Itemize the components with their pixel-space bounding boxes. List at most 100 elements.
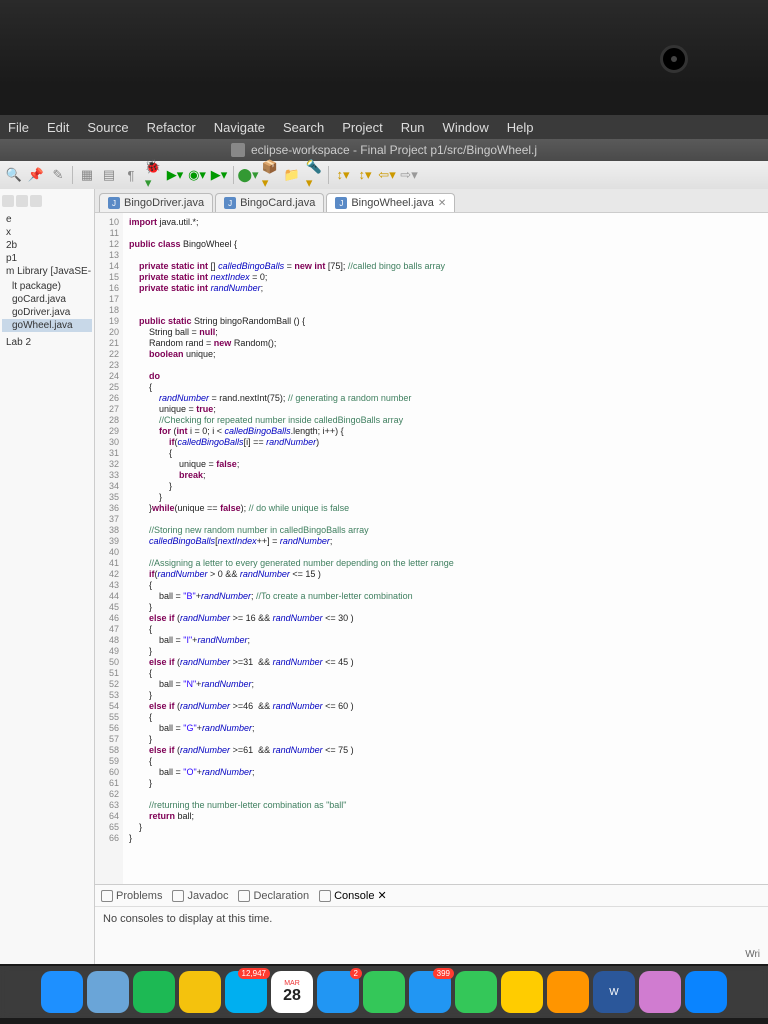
bottom-tabs[interactable]: Problems Javadoc Declaration Console ✕ [95,885,768,907]
java-file-icon: J [335,197,347,209]
webcam-icon [660,45,688,73]
tree-item[interactable]: 2b [2,239,92,252]
grid-icon[interactable]: ▦ [79,167,95,183]
menu-file[interactable]: File [8,120,29,135]
badge: 399 [433,968,454,979]
line-gutter: 1011121314151617181920212223242526272829… [95,213,123,884]
java-file-icon: J [224,197,236,209]
menu-search[interactable]: Search [283,120,324,135]
console-icon [319,890,331,902]
workspace: ex2bp1m Library [JavaSE-lt package)goCar… [0,189,768,964]
nav-prev-icon[interactable]: ↕▾ [335,167,351,183]
pilcrow-icon[interactable]: ¶ [123,167,139,183]
tree-item[interactable]: goWheel.java [2,319,92,332]
separator [233,166,234,184]
window-titlebar: eclipse-workspace - Final Project p1/src… [0,139,768,161]
editor-tab[interactable]: J BingoCard.java [215,193,324,212]
dock-word-icon[interactable]: W [593,971,635,1013]
edit-icon[interactable]: ✎ [50,167,66,183]
bottom-tab-problems[interactable]: Problems [101,890,162,902]
collapse-icon[interactable] [2,195,14,207]
menu-source[interactable]: Source [87,120,128,135]
search-tool-icon[interactable]: 🔦▾ [306,167,322,183]
editor-tab[interactable]: J BingoDriver.java [99,193,213,212]
menu-refactor[interactable]: Refactor [147,120,196,135]
dock-messages-icon[interactable] [363,971,405,1013]
menu-window[interactable]: Window [443,120,489,135]
code-editor[interactable]: 1011121314151617181920212223242526272829… [95,213,768,884]
editor-tab[interactable]: J BingoWheel.java ✕ [326,193,455,212]
close-icon[interactable]: ✕ [438,198,446,209]
tree-item[interactable]: p1 [2,252,92,265]
nav-next-icon[interactable]: ↕▾ [357,167,373,183]
dock-chrome-icon[interactable] [179,971,221,1013]
badge: 12,947 [238,968,270,979]
menu-navigate[interactable]: Navigate [214,120,265,135]
menu-help[interactable]: Help [507,120,534,135]
problems-icon [101,890,113,902]
bottom-tab-declaration[interactable]: Declaration [238,890,309,902]
dock-finder-icon[interactable] [41,971,83,1013]
tab-label: BingoWheel.java [351,197,434,209]
tree-item[interactable]: e [2,213,92,226]
dock-itunes-icon[interactable] [639,971,681,1013]
dock-app1-icon[interactable] [501,971,543,1013]
link-icon[interactable] [16,195,28,207]
status-bar-right: Wri [745,949,760,960]
console-body: No consoles to display at this time. [95,907,768,931]
dock-calendar-icon[interactable]: MAR28 [271,971,313,1013]
tree-item[interactable]: x [2,226,92,239]
tab-label: BingoDriver.java [124,197,204,209]
tree-item[interactable]: goCard.java [2,293,92,306]
menu-icon[interactable] [30,195,42,207]
run-icon[interactable]: ▶▾ [167,167,183,183]
separator [72,166,73,184]
back-icon[interactable]: ⇦▾ [379,167,395,183]
dock-mail-icon[interactable]: 2 [317,971,359,1013]
tree-item[interactable]: lt package) [2,280,92,293]
java-file-icon: J [108,197,120,209]
search-icon[interactable]: 🔍 [6,167,22,183]
dock-safari-icon[interactable]: 399 [409,971,451,1013]
tab-label: BingoCard.java [240,197,315,209]
editor-area: J BingoDriver.java J BingoCard.java J BingoWh… [95,189,768,964]
bottom-panel: Problems Javadoc Declaration Console ✕ No c… [95,884,768,964]
open-type-icon[interactable]: 📁 [284,167,300,183]
coverage-icon[interactable]: ◉▾ [189,167,205,183]
doc-icon[interactable]: ▤ [101,167,117,183]
code-content[interactable]: import java.util.*;public class BingoWhe… [123,213,768,884]
window-title: eclipse-workspace - Final Project p1/src… [251,143,537,157]
explorer-header-icons[interactable] [2,193,92,209]
eclipse-toolbar[interactable]: 🔍 📌 ✎ ▦ ▤ ¶ 🐞▾ ▶▾ ◉▾ ▶▾ ⬤▾ 📦▾ 📁 🔦▾ ↕▾ ↕▾… [0,161,768,189]
menu-run[interactable]: Run [401,120,425,135]
editor-tabs[interactable]: J BingoDriver.java J BingoCard.java J BingoWh… [95,189,768,213]
dock-safari-left-icon[interactable] [87,971,129,1013]
tree-item[interactable]: goDriver.java [2,306,92,319]
declaration-icon [238,890,250,902]
tree-item[interactable]: m Library [JavaSE- [2,265,92,278]
badge: 2 [350,968,362,979]
dock-skype-icon[interactable]: 12,947 [225,971,267,1013]
dock-facetime-icon[interactable] [455,971,497,1013]
bottom-tab-javadoc[interactable]: Javadoc [172,890,228,902]
dock-appstore-icon[interactable] [685,971,727,1013]
bottom-tab-console[interactable]: Console ✕ [319,889,387,902]
eclipse-icon [231,143,245,157]
macos-dock[interactable]: 12,947MAR28 2 399 W [0,966,768,1018]
menu-project[interactable]: Project [342,120,382,135]
run-last-icon[interactable]: ▶▾ [211,167,227,183]
laptop-bezel [0,0,768,85]
macos-menubar: File Edit Source Refactor Navigate Search Proj… [0,115,768,139]
dock-firefox-icon[interactable] [547,971,589,1013]
debug-icon[interactable]: 🐞▾ [145,167,161,183]
close-icon[interactable]: ✕ [377,889,386,902]
dock-spotify-icon[interactable] [133,971,175,1013]
new-class-icon[interactable]: ⬤▾ [240,167,256,183]
javadoc-icon [172,890,184,902]
new-package-icon[interactable]: 📦▾ [262,167,278,183]
package-explorer[interactable]: ex2bp1m Library [JavaSE-lt package)goCar… [0,189,95,964]
forward-icon[interactable]: ⇨▾ [401,167,417,183]
menu-edit[interactable]: Edit [47,120,69,135]
tree-item[interactable]: Lab 2 [2,336,92,349]
pin-icon[interactable]: 📌 [28,167,44,183]
